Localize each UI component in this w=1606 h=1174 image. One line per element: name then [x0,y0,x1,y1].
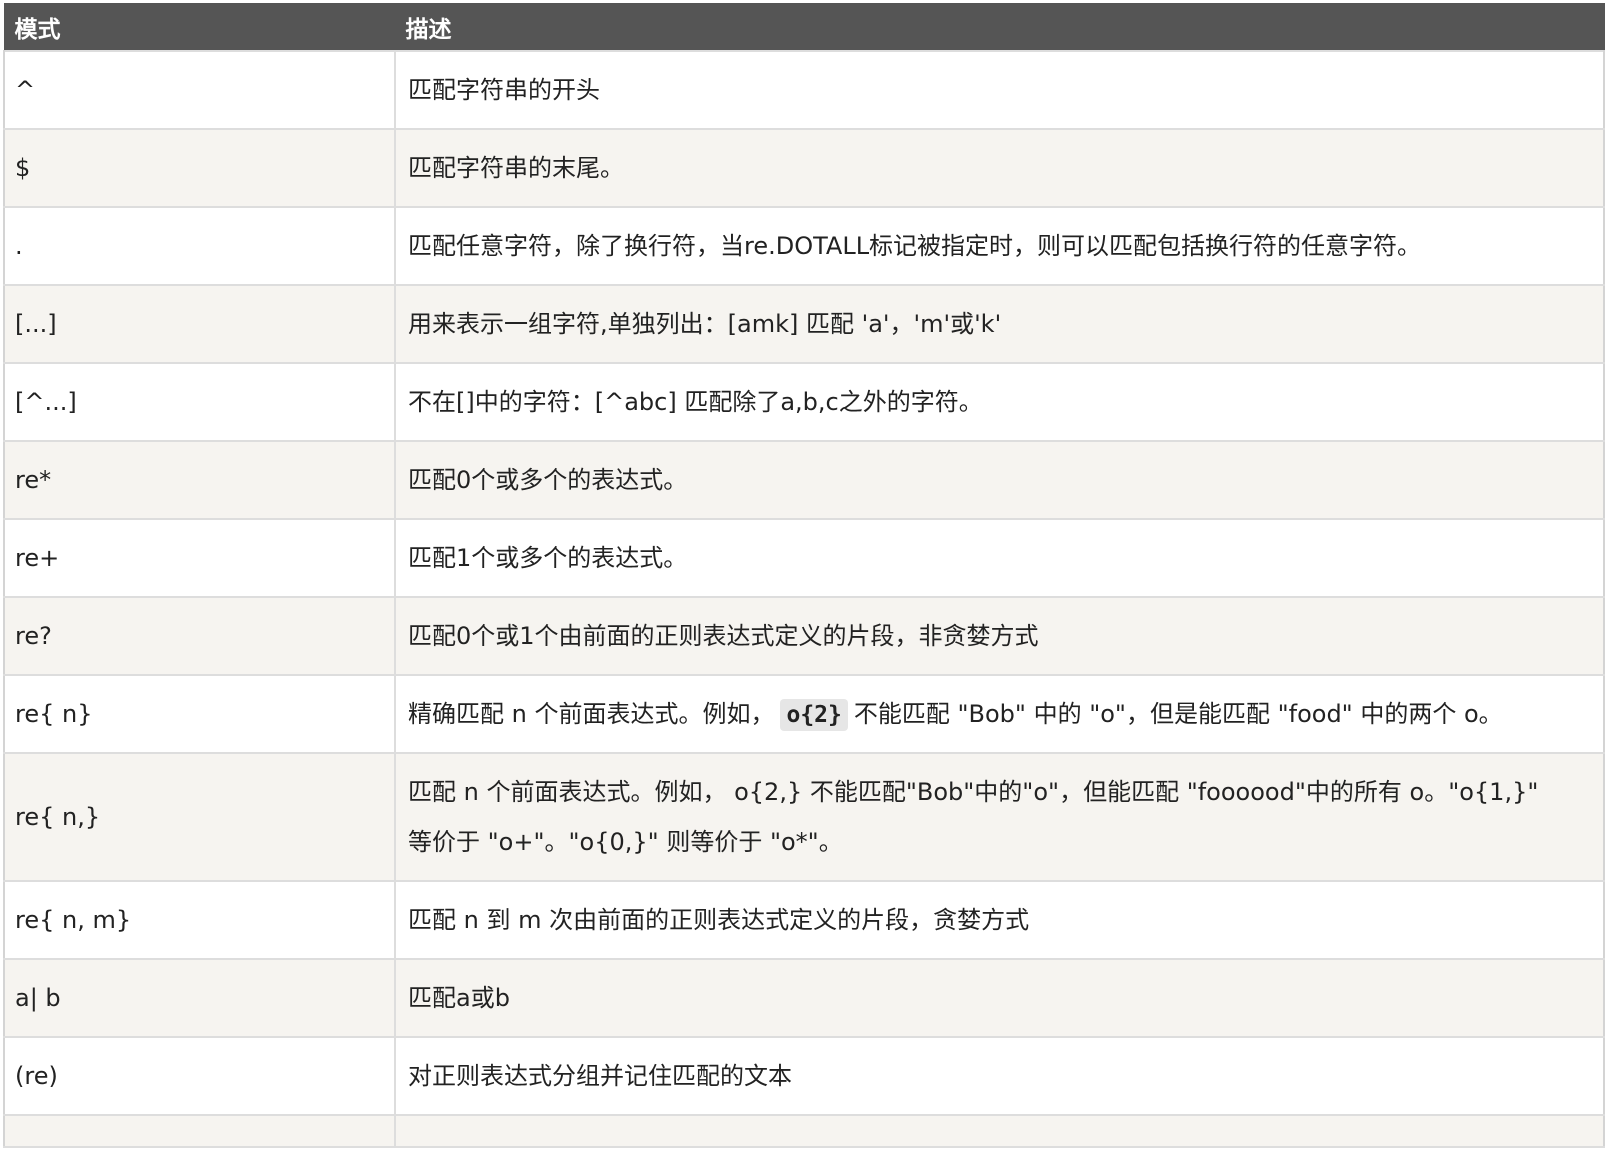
description-cell: 匹配a或b [394,958,1605,1038]
table-header: 模式 描述 [3,3,1605,51]
pattern-cell: . [3,206,396,286]
table-row-partial [3,1114,1605,1148]
description-cell: 用来表示一组字符,单独列出：[amk] 匹配 'a'，'m'或'k' [394,284,1605,364]
description-cell: 匹配1个或多个的表达式。 [394,518,1605,598]
table-body: ^ 匹配字符串的开头 $ 匹配字符串的末尾。 . 匹配任意字符，除了换行符，当r… [3,50,1605,1148]
pattern-cell: $ [3,128,396,208]
table-row: (re) 对正则表达式分组并记住匹配的文本 [3,1036,1605,1116]
description-cell: 匹配任意字符，除了换行符，当re.DOTALL标记被指定时，则可以匹配包括换行符… [394,206,1605,286]
table-row: ^ 匹配字符串的开头 [3,50,1605,130]
description-cell: 精确匹配 n 个前面表达式。例如， o{2} 不能匹配 "Bob" 中的 "o"，但… [394,674,1605,754]
header-pattern: 模式 [3,3,396,51]
table-row: re? 匹配0个或1个由前面的正则表达式定义的片段，非贪婪方式 [3,596,1605,676]
description-cell-empty [394,1114,1605,1148]
description-cell: 匹配 n 个前面表达式。例如， o{2,} 不能匹配"Bob"中的"o"，但能匹… [394,752,1605,882]
table-row: a| b 匹配a或b [3,958,1605,1038]
pattern-cell: ^ [3,50,396,130]
pattern-cell: re{ n} [3,674,396,754]
regex-pattern-table: 模式 描述 ^ 匹配字符串的开头 $ 匹配字符串的末尾。 . 匹配任意字符，除了… [3,3,1605,1148]
table-row: . 匹配任意字符，除了换行符，当re.DOTALL标记被指定时，则可以匹配包括换… [3,206,1605,286]
description-text-before: 精确匹配 n 个前面表达式。例如， [408,699,775,728]
page: 模式 描述 ^ 匹配字符串的开头 $ 匹配字符串的末尾。 . 匹配任意字符，除了… [0,0,1606,1174]
description-line-2: 等价于 "o+"。"o{0,}" 则等价于 "o*"。 [408,828,843,856]
description-cell: 匹配字符串的开头 [394,50,1605,130]
table-row: [...] 用来表示一组字符,单独列出：[amk] 匹配 'a'，'m'或'k' [3,284,1605,364]
table-row: re* 匹配0个或多个的表达式。 [3,440,1605,520]
table-row: re{ n} 精确匹配 n 个前面表达式。例如， o{2} 不能匹配 "Bob" 中… [3,674,1605,754]
description-cell: 对正则表达式分组并记住匹配的文本 [394,1036,1605,1116]
description-line-1: 匹配 n 个前面表达式。例如， o{2,} 不能匹配"Bob"中的"o"，但能匹… [408,778,1539,806]
pattern-cell: [^...] [3,362,396,442]
table-row: re+ 匹配1个或多个的表达式。 [3,518,1605,598]
pattern-cell: re+ [3,518,396,598]
pattern-cell: [...] [3,284,396,364]
description-cell: 匹配字符串的末尾。 [394,128,1605,208]
pattern-cell: re{ n, m} [3,880,396,960]
pattern-cell-empty [3,1114,396,1148]
description-cell: 匹配0个或多个的表达式。 [394,440,1605,520]
inline-code: o{2} [780,698,848,731]
table-row: re{ n,} 匹配 n 个前面表达式。例如， o{2,} 不能匹配"Bob"中… [3,752,1605,882]
header-row: 模式 描述 [3,3,1605,51]
pattern-cell: re* [3,440,396,520]
table-row: re{ n, m} 匹配 n 到 m 次由前面的正则表达式定义的片段，贪婪方式 [3,880,1605,960]
table-row: [^...] 不在[]中的字符：[^abc] 匹配除了a,b,c之外的字符。 [3,362,1605,442]
pattern-cell: re{ n,} [3,752,396,882]
pattern-cell: a| b [3,958,396,1038]
description-cell: 匹配 n 到 m 次由前面的正则表达式定义的片段，贪婪方式 [394,880,1605,960]
description-cell: 匹配0个或1个由前面的正则表达式定义的片段，非贪婪方式 [394,596,1605,676]
header-description: 描述 [394,3,1605,51]
description-cell: 不在[]中的字符：[^abc] 匹配除了a,b,c之外的字符。 [394,362,1605,442]
pattern-cell: re? [3,596,396,676]
pattern-cell: (re) [3,1036,396,1116]
table-row: $ 匹配字符串的末尾。 [3,128,1605,208]
description-text-after: 不能匹配 "Bob" 中的 "o"，但是能匹配 "food" 中的两个 o。 [853,699,1503,728]
